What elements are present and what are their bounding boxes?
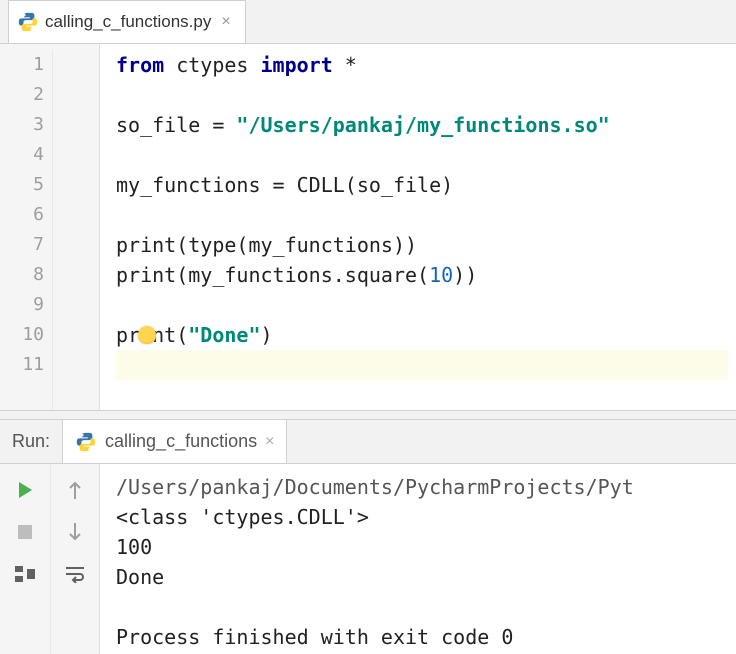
code-line[interactable] [116, 80, 728, 110]
code-line[interactable] [116, 290, 728, 320]
line-number: 11 [0, 350, 52, 380]
code-line[interactable]: print("Done") [116, 320, 728, 350]
line-number: 9 [0, 290, 52, 320]
editor-tab-bar: calling_c_functions.py × [0, 0, 736, 44]
console-line: Done [116, 562, 736, 592]
layout-button[interactable] [9, 558, 41, 590]
panel-splitter[interactable] [0, 410, 736, 420]
python-run-icon [75, 431, 97, 453]
run-panel-body: /Users/pankaj/Documents/PycharmProjects/… [0, 464, 736, 654]
code-content[interactable]: from ctypes import * so_file = "/Users/pa… [100, 44, 736, 410]
line-number: 4 [0, 140, 52, 170]
console-line: <class 'ctypes.CDLL'> [116, 502, 736, 532]
code-line[interactable] [116, 140, 728, 170]
code-line[interactable] [116, 200, 728, 230]
line-number-column: 1234567891011 [0, 50, 52, 410]
console-output[interactable]: /Users/pankaj/Documents/PycharmProjects/… [100, 464, 736, 654]
console-line: /Users/pankaj/Documents/PycharmProjects/… [116, 472, 736, 502]
run-config-tab[interactable]: calling_c_functions × [62, 420, 287, 463]
code-line[interactable] [116, 350, 728, 380]
intention-bulb-icon[interactable] [138, 326, 156, 344]
console-line: Process finished with exit code 0 [116, 622, 736, 652]
line-number: 1 [0, 50, 52, 80]
line-number: 10 [0, 320, 52, 350]
editor-gutter: 1234567891011 [0, 44, 100, 410]
code-line[interactable]: from ctypes import * [116, 50, 728, 80]
code-line[interactable]: my_functions = CDLL(so_file) [116, 170, 728, 200]
scroll-down-icon[interactable] [59, 516, 91, 548]
line-number: 7 [0, 230, 52, 260]
line-number: 8 [0, 260, 52, 290]
console-line: 100 [116, 532, 736, 562]
run-toolbar [0, 464, 100, 654]
line-number: 5 [0, 170, 52, 200]
fold-column [52, 50, 99, 410]
line-number: 2 [0, 80, 52, 110]
line-number: 6 [0, 200, 52, 230]
run-panel-label: Run: [0, 420, 62, 463]
code-line[interactable]: print(my_functions.square(10)) [116, 260, 728, 290]
code-line[interactable]: so_file = "/Users/pankaj/my_functions.so… [116, 110, 728, 140]
run-config-name: calling_c_functions [105, 431, 257, 452]
python-file-icon [17, 11, 39, 33]
close-run-tab-icon[interactable]: × [265, 433, 274, 451]
soft-wrap-icon[interactable] [59, 558, 91, 590]
code-editor[interactable]: 1234567891011 from ctypes import * so_fil… [0, 44, 736, 410]
close-tab-icon[interactable]: × [217, 13, 234, 31]
editor-tab-filename: calling_c_functions.py [45, 12, 211, 32]
code-line[interactable]: print(type(my_functions)) [116, 230, 728, 260]
rerun-button[interactable] [9, 474, 41, 506]
run-panel-header: Run: calling_c_functions × [0, 420, 736, 464]
line-number: 3 [0, 110, 52, 140]
console-line [116, 592, 736, 622]
scroll-up-icon[interactable] [59, 474, 91, 506]
stop-button[interactable] [9, 516, 41, 548]
editor-tab[interactable]: calling_c_functions.py × [8, 0, 246, 43]
